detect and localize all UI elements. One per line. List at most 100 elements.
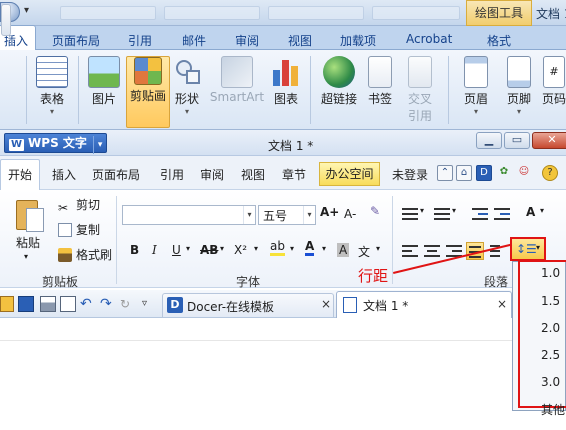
- strikethrough-button[interactable]: AB: [200, 243, 218, 257]
- line-spacing-option[interactable]: 1.0: [541, 266, 560, 280]
- chart-button[interactable]: 图表: [270, 56, 302, 128]
- save-icon[interactable]: [18, 296, 34, 312]
- clipart-button[interactable]: 剪贴画: [126, 56, 170, 128]
- bookmark-button[interactable]: 书签: [364, 56, 396, 128]
- open-folder-icon[interactable]: [0, 296, 14, 312]
- chart-icon: [270, 56, 302, 88]
- paste-icon[interactable]: [14, 196, 48, 236]
- font-color-button[interactable]: A: [305, 240, 315, 256]
- shirt-skin-icon[interactable]: ⌂: [456, 165, 472, 181]
- tab-format[interactable]: 格式: [487, 32, 511, 49]
- cross-reference-button[interactable]: 交叉 引用: [400, 56, 440, 128]
- office-space-tab[interactable]: 办公空间: [319, 162, 380, 186]
- superscript-dropdown-icon[interactable]: ▾: [254, 244, 258, 253]
- align-center-icon[interactable]: [424, 244, 440, 258]
- phonetic-guide-button[interactable]: 文: [358, 243, 370, 260]
- format-painter-button[interactable]: 格式刷: [58, 246, 112, 263]
- numbering-icon[interactable]: [434, 207, 450, 221]
- tab-view[interactable]: 视图: [288, 32, 312, 49]
- user-icon[interactable]: ☺: [516, 165, 532, 181]
- align-left-icon[interactable]: [402, 244, 418, 258]
- wps-logo-icon: W: [9, 139, 25, 151]
- doc-tab-docer[interactable]: D Docer-在线模板 ×: [162, 293, 334, 317]
- login-status[interactable]: 未登录: [392, 166, 428, 183]
- wps-app-menu-button[interactable]: W WPS 文字 ▾: [4, 133, 108, 154]
- undo-icon[interactable]: ↶: [80, 296, 96, 312]
- paste-dropdown-icon[interactable]: ▾: [24, 252, 28, 261]
- highlight-button[interactable]: ab: [270, 240, 285, 256]
- tab-references[interactable]: 引用: [128, 32, 152, 49]
- document-canvas[interactable]: [0, 318, 512, 430]
- tab-references-wps[interactable]: 引用: [160, 166, 184, 183]
- line-spacing-option[interactable]: 2.0: [541, 321, 560, 335]
- brush-icon: [58, 248, 72, 262]
- close-button[interactable]: ✕: [532, 132, 566, 149]
- decrease-indent-icon[interactable]: [472, 207, 488, 221]
- footer-button[interactable]: 页脚 ▾: [500, 56, 538, 128]
- line-spacing-option[interactable]: 1.5: [541, 294, 560, 308]
- tab-mailings[interactable]: 邮件: [182, 32, 206, 49]
- superscript-button[interactable]: X²: [234, 243, 247, 257]
- tab-page-layout[interactable]: 页面布局: [52, 32, 100, 49]
- increase-indent-icon[interactable]: [494, 207, 510, 221]
- font-color-dropdown-icon[interactable]: ▾: [322, 244, 326, 253]
- strike-dropdown-icon[interactable]: ▾: [220, 244, 224, 253]
- tab-addins[interactable]: 加载项: [340, 32, 376, 49]
- text-direction-icon[interactable]: A: [526, 205, 535, 219]
- picture-button[interactable]: 图片: [86, 56, 122, 128]
- tab-view-wps[interactable]: 视图: [241, 166, 265, 183]
- cross-reference-icon: [408, 56, 432, 88]
- minimize-button[interactable]: ▁: [476, 132, 502, 149]
- redo-icon[interactable]: ↷: [100, 296, 116, 312]
- line-spacing-more-option[interactable]: 其他: [541, 401, 565, 418]
- highlight-dropdown-icon[interactable]: ▾: [290, 244, 294, 253]
- collapse-ribbon-icon[interactable]: ⌃: [437, 165, 453, 181]
- tab-review-wps[interactable]: 审阅: [200, 166, 224, 183]
- page-number-button[interactable]: # 页码: [542, 56, 566, 128]
- table-icon: [36, 56, 68, 88]
- char-shading-button[interactable]: A: [337, 243, 350, 257]
- table-button[interactable]: 表格 ▾: [32, 56, 72, 128]
- docer-icon[interactable]: D: [476, 165, 492, 181]
- tab-insert-wps[interactable]: 插入: [52, 166, 76, 183]
- tab-review[interactable]: 审阅: [235, 32, 259, 49]
- qat-customize-icon[interactable]: ▿: [142, 296, 158, 312]
- underline-dropdown-icon[interactable]: ▾: [186, 244, 190, 253]
- font-size-combo[interactable]: 五号 ▾: [258, 205, 316, 225]
- shapes-button[interactable]: 形状 ▾: [172, 56, 202, 128]
- bold-button[interactable]: B: [130, 243, 139, 257]
- cut-button[interactable]: ✂ 剪切: [58, 196, 100, 215]
- tab-start[interactable]: 开始: [8, 166, 32, 183]
- clear-format-icon[interactable]: ✎: [370, 204, 380, 218]
- shrink-font-button[interactable]: A-: [344, 207, 356, 221]
- text-direction-dropdown-icon[interactable]: ▾: [540, 206, 544, 215]
- tab-page-layout-wps[interactable]: 页面布局: [92, 166, 140, 183]
- qat-dropdown-icon[interactable]: ▾: [24, 5, 29, 16]
- italic-button[interactable]: I: [152, 243, 157, 257]
- header-icon: [464, 56, 488, 88]
- copy-button[interactable]: 复制: [58, 221, 100, 238]
- line-spacing-option[interactable]: 3.0: [541, 375, 560, 389]
- paste-button[interactable]: 粘贴: [16, 234, 40, 251]
- maximize-button[interactable]: ▭: [504, 132, 530, 149]
- hyperlink-button[interactable]: 超链接: [318, 56, 360, 128]
- underline-button[interactable]: U: [172, 243, 181, 257]
- line-spacing-option[interactable]: 2.5: [541, 348, 560, 362]
- bullets-dropdown-icon[interactable]: ▾: [420, 206, 424, 215]
- sprout-icon[interactable]: ✿: [496, 165, 512, 181]
- close-tab-icon[interactable]: ×: [497, 297, 507, 311]
- close-tab-icon[interactable]: ×: [321, 297, 331, 311]
- print-preview-icon[interactable]: [60, 296, 76, 312]
- numbering-dropdown-icon[interactable]: ▾: [452, 206, 456, 215]
- grow-font-button[interactable]: A+: [320, 205, 339, 219]
- tab-chapter[interactable]: 章节: [282, 166, 306, 183]
- font-name-combo[interactable]: ▾: [122, 205, 256, 225]
- doc-tab-document1[interactable]: 文档 1 * ×: [336, 291, 512, 318]
- print-icon[interactable]: [40, 296, 56, 312]
- help-icon[interactable]: ?: [542, 165, 558, 181]
- smartart-button[interactable]: SmartArt: [208, 56, 266, 128]
- phonetic-dropdown-icon[interactable]: ▾: [376, 244, 380, 253]
- bullets-icon[interactable]: [402, 207, 418, 221]
- tab-acrobat[interactable]: Acrobat: [406, 32, 452, 46]
- header-button[interactable]: 页眉 ▾: [456, 56, 496, 128]
